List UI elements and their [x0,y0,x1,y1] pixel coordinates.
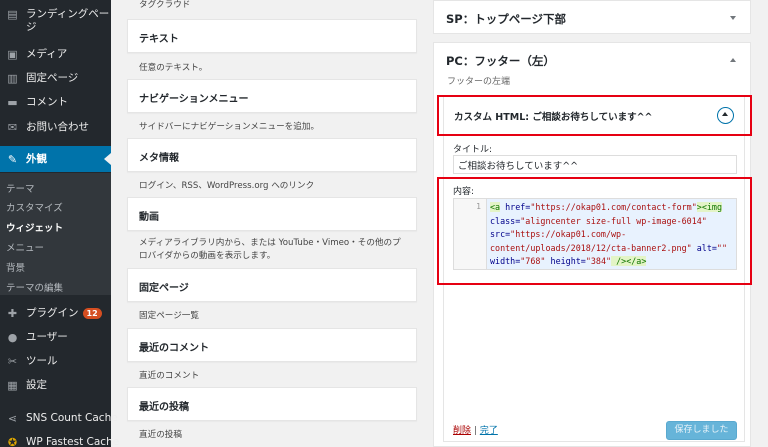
widget-area-sp-top-bottom[interactable]: SP：トップページ下部 [433,0,751,34]
widget-desc: 任意のテキスト。 [139,63,208,73]
chevron-down-icon[interactable] [730,16,736,20]
sidebar-item-wp-fastest-cache[interactable]: ✪ WP Fastest Cache [0,436,119,447]
widget-desc: メディアライブラリ内から、または YouTube・Vimeo・その他のプロバイダ… [139,238,401,261]
widget-desc: 直近の投稿 [139,430,182,440]
sidebar-item-plugins[interactable]: ✚ プラグイン 12 [0,307,111,320]
chevron-up-icon[interactable] [730,58,736,62]
delete-link[interactable]: 削除 [453,426,471,436]
sidebar-item-comments[interactable]: ▬ コメント [0,96,111,109]
available-widgets: タグクラウド テキスト 任意のテキスト。 ナビゲーションメニュー サイドバーにナ… [111,0,421,447]
mail-icon: ✉ [7,121,18,134]
highlight-box-widget-header [437,95,752,136]
widget-text[interactable]: テキスト [127,19,417,53]
widget-title: 固定ページ [139,283,189,294]
widget-pages[interactable]: 固定ページ [127,268,417,302]
widget-nav-menu[interactable]: ナビゲーションメニュー [127,79,417,113]
sidebar-item-media[interactable]: ▣ メディア [0,48,111,61]
widget-desc: 直近のコメント [139,371,200,381]
widget-desc-tag-cloud: タグクラウド [139,0,191,10]
submenu-theme-editor[interactable]: テーマの編集 [6,280,63,294]
highlight-box-code-content [437,177,752,285]
admin-sidebar: ▤ ランディングページ ▣ メディア ▥ 固定ページ ▬ コメント ✉ お問い合… [0,0,119,447]
appearance-icon: ✎ [7,153,18,166]
update-count-badge: 12 [82,308,102,319]
widget-desc: サイドバーにナビゲーションメニューを追加。 [139,122,320,132]
sidebar-item-settings[interactable]: ▦ 設定 [0,379,111,392]
tool-icon: ✂ [7,355,18,368]
plugins-label: プラグイン [26,307,79,319]
sidebar-item-tools[interactable]: ✂ ツール [0,355,111,368]
widget-title: 最近のコメント [139,343,209,354]
widget-desc: 固定ページ一覧 [139,311,199,321]
page-icon: ▥ [7,72,18,85]
widget-recent-comments[interactable]: 最近のコメント [127,328,417,362]
sidebar-item-pages[interactable]: ▥ 固定ページ [0,72,111,85]
media-icon: ▣ [7,48,18,61]
widget-title: メタ情報 [139,153,179,164]
widget-title: 最近の投稿 [139,402,189,413]
submenu-background[interactable]: 背景 [6,260,25,274]
sidebar-item-appearance[interactable]: ✎ 外観 [0,146,111,172]
settings-icon: ▦ [7,379,18,392]
widget-area-desc: フッターの左端 [447,77,511,87]
sidebar-item-contact[interactable]: ✉ お問い合わせ [0,121,111,134]
widget-meta[interactable]: メタ情報 [127,138,417,172]
widget-recent-posts[interactable]: 最近の投稿 [127,387,417,421]
title-label: タイトル: [453,145,493,155]
share-icon: ⋖ [7,412,18,425]
submenu-menus[interactable]: メニュー [6,240,44,254]
widget-area-title: SP：トップページ下部 [446,12,566,26]
plugin-icon: ✚ [7,307,18,320]
sidebar-item-landing-page[interactable]: ▤ ランディングページ [0,8,111,34]
submenu-customize[interactable]: カスタマイズ [6,200,63,214]
done-link[interactable]: 完了 [480,426,498,436]
separator: | [473,426,477,436]
user-icon: ● [7,331,18,344]
landing-page-icon: ▤ [7,8,18,21]
widget-title: 動画 [139,212,159,223]
widget-desc: ログイン、RSS、WordPress.org へのリンク [139,181,315,191]
widget-video[interactable]: 動画 [127,197,417,231]
cache-icon: ✪ [7,436,18,447]
widget-title: テキスト [139,34,179,45]
current-menu-arrow [104,153,111,165]
sidebar-item-sns-count-cache[interactable]: ⋖ SNS Count Cache [0,412,118,425]
save-button[interactable]: 保存しました [666,421,737,440]
sidebar-item-users[interactable]: ● ユーザー [0,331,111,344]
widget-title-input[interactable] [453,155,737,174]
comment-icon: ▬ [7,96,18,109]
widget-actions: 削除 | 完了 [453,423,498,436]
submenu-themes[interactable]: テーマ [6,181,35,195]
widget-area-title: PC：フッター（左） [446,54,555,68]
submenu-widgets[interactable]: ウィジェット [6,220,63,234]
widget-title: ナビゲーションメニュー [139,94,249,105]
